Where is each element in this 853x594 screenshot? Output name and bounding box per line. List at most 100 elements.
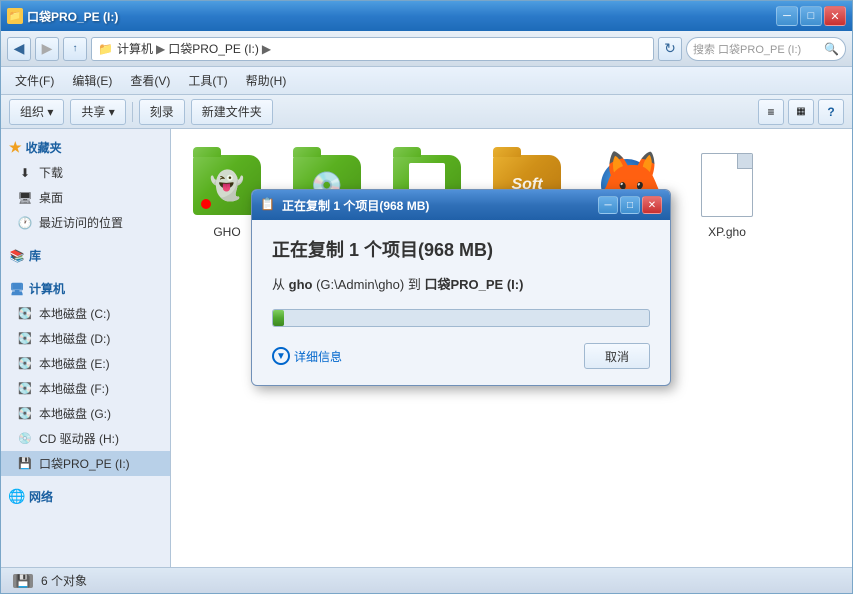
desktop-label: 桌面: [39, 189, 63, 206]
cancel-button[interactable]: 取消: [584, 343, 650, 369]
content-area: 👻 GHO 💿 ISOS: [171, 129, 852, 567]
refresh-button[interactable]: ↻: [658, 37, 682, 61]
library-icon: 📚: [9, 248, 25, 264]
file-item-xpgho[interactable]: XP.gho: [687, 145, 767, 246]
xpgho-icon-wrap: [691, 149, 763, 221]
library-section: 📚 库: [1, 243, 170, 268]
diskd-label: 本地磁盘 (D:): [39, 330, 110, 347]
computer-label: 计算机: [29, 280, 65, 297]
dialog-desc: 从 gho (G:\Admin\gho) 到 口袋PRO_PE (I:): [272, 274, 650, 293]
sidebar-item-diske[interactable]: 💽 本地磁盘 (E:): [1, 351, 170, 376]
burn-button[interactable]: 刻录: [139, 99, 185, 125]
sidebar-item-diski[interactable]: 💾 口袋PRO_PE (I:): [1, 451, 170, 476]
menu-edit[interactable]: 编辑(E): [64, 69, 120, 92]
sidebar-item-diskd[interactable]: 💽 本地磁盘 (D:): [1, 326, 170, 351]
diskc-icon: 💽: [17, 306, 33, 322]
view-toggle-button[interactable]: ≡: [758, 99, 784, 125]
statusbar-disk-icon: 💾: [13, 574, 33, 588]
help-button[interactable]: ?: [818, 99, 844, 125]
dialog-minimize-button[interactable]: ─: [598, 196, 618, 214]
desc-prefix: 从: [272, 277, 289, 292]
diski-icon: 💾: [17, 456, 33, 472]
sidebar-item-diskg[interactable]: 💽 本地磁盘 (G:): [1, 401, 170, 426]
up-button[interactable]: ↑: [63, 37, 87, 61]
diskf-label: 本地磁盘 (F:): [39, 380, 109, 397]
diskg-icon: 💽: [17, 406, 33, 422]
diskc-label: 本地磁盘 (C:): [39, 305, 110, 322]
menu-tools[interactable]: 工具(T): [180, 69, 235, 92]
computer-header[interactable]: 🖥 计算机: [1, 276, 170, 301]
breadcrumb-drive[interactable]: 口袋PRO_PE (I:): [168, 40, 259, 57]
addressbar: ◀ ▶ ↑ 📁 计算机 ▶ 口袋PRO_PE (I:) ▶ ↻ 搜索 口袋PRO…: [1, 31, 852, 67]
sidebar-item-diskf[interactable]: 💽 本地磁盘 (F:): [1, 376, 170, 401]
favorites-label: 收藏夹: [26, 139, 62, 156]
details-label: 详细信息: [294, 348, 342, 365]
dialog-titlebar: 📋 正在复制 1 个项目(968 MB) ─ □ ✕: [252, 190, 670, 220]
network-label: 网络: [29, 488, 53, 505]
search-icon[interactable]: 🔍: [824, 42, 839, 56]
recent-icon: 🕐: [17, 215, 33, 231]
star-icon: ★: [9, 139, 22, 156]
library-header[interactable]: 📚 库: [1, 243, 170, 268]
sidebar: ★ 收藏夹 ⬇ 下载 🖥 桌面 🕐 最近访问的位置 📚: [1, 129, 171, 567]
progress-bar-container: [272, 309, 650, 327]
desktop-icon: 🖥: [17, 190, 33, 206]
red-dot: [201, 199, 211, 209]
desc-source: gho: [289, 277, 313, 292]
diskg-label: 本地磁盘 (G:): [39, 405, 111, 422]
network-section: 🌐 网络: [1, 484, 170, 509]
sidebar-item-desktop[interactable]: 🖥 桌面: [1, 185, 170, 210]
back-button[interactable]: ◀: [7, 37, 31, 61]
desc-source-path: (G:\Admin\gho): [316, 277, 404, 292]
breadcrumb-sep2: ▶: [262, 42, 271, 56]
toolbar: 组织 ▾ 共享 ▾ 刻录 新建文件夹 ≡ ▦ ?: [1, 95, 852, 129]
network-header[interactable]: 🌐 网络: [1, 484, 170, 509]
preview-button[interactable]: ▦: [788, 99, 814, 125]
breadcrumb-separator: 📁: [98, 42, 113, 56]
titlebar: 📁 口袋PRO_PE (I:) ─ □ ✕: [1, 1, 852, 31]
download-label: 下载: [39, 164, 63, 181]
new-folder-button[interactable]: 新建文件夹: [191, 99, 273, 125]
menu-file[interactable]: 文件(F): [7, 69, 62, 92]
close-button[interactable]: ✕: [824, 6, 846, 26]
computer-section: 🖥 计算机 💽 本地磁盘 (C:) 💽 本地磁盘 (D:) 💽 本地磁盘 (E:…: [1, 276, 170, 476]
favorites-header[interactable]: ★ 收藏夹: [1, 135, 170, 160]
minimize-button[interactable]: ─: [776, 6, 798, 26]
xpgho-file-icon: [701, 153, 753, 217]
sidebar-item-diskh[interactable]: 💿 CD 驱动器 (H:): [1, 426, 170, 451]
titlebar-buttons: ─ □ ✕: [776, 6, 846, 26]
breadcrumb[interactable]: 📁 计算机 ▶ 口袋PRO_PE (I:) ▶: [91, 37, 654, 61]
menu-view[interactable]: 查看(V): [122, 69, 178, 92]
diskh-label: CD 驱动器 (H:): [39, 430, 119, 447]
sidebar-item-recent[interactable]: 🕐 最近访问的位置: [1, 210, 170, 235]
breadcrumb-computer[interactable]: 计算机: [117, 40, 153, 57]
dialog-close-button[interactable]: ✕: [642, 196, 662, 214]
search-bar[interactable]: 搜索 口袋PRO_PE (I:) 🔍: [686, 37, 846, 61]
breadcrumb-sep1: ▶: [156, 42, 165, 56]
dialog-title: 正在复制 1 个项目(968 MB): [282, 197, 592, 214]
explorer-window: 📁 口袋PRO_PE (I:) ─ □ ✕ ◀ ▶ ↑ 📁 计算机 ▶ 口袋PR…: [0, 0, 853, 594]
menu-help[interactable]: 帮助(H): [238, 69, 295, 92]
recent-label: 最近访问的位置: [39, 214, 123, 231]
dialog-main-title: 正在复制 1 个项目(968 MB): [272, 236, 650, 262]
sidebar-item-diskc[interactable]: 💽 本地磁盘 (C:): [1, 301, 170, 326]
diske-label: 本地磁盘 (E:): [39, 355, 110, 372]
diskd-icon: 💽: [17, 331, 33, 347]
status-count: 6 个对象: [41, 572, 87, 589]
menubar: 文件(F) 编辑(E) 查看(V) 工具(T) 帮助(H): [1, 67, 852, 95]
copy-dialog[interactable]: 📋 正在复制 1 个项目(968 MB) ─ □ ✕ 正在复制 1 个项目(96…: [251, 189, 671, 386]
desc-to: 到: [404, 277, 424, 292]
share-button[interactable]: 共享 ▾: [70, 99, 125, 125]
sidebar-item-download[interactable]: ⬇ 下载: [1, 160, 170, 185]
library-label: 库: [29, 247, 41, 264]
desc-dest: 口袋PRO_PE (I:): [424, 277, 523, 292]
dialog-body: 正在复制 1 个项目(968 MB) 从 gho (G:\Admin\gho) …: [252, 220, 670, 385]
details-circle-icon: ▼: [272, 347, 290, 365]
xpgho-label: XP.gho: [708, 225, 746, 239]
maximize-button[interactable]: □: [800, 6, 822, 26]
dialog-maximize-button[interactable]: □: [620, 196, 640, 214]
forward-button[interactable]: ▶: [35, 37, 59, 61]
organize-button[interactable]: 组织 ▾: [9, 99, 64, 125]
diskh-icon: 💿: [17, 431, 33, 447]
details-button[interactable]: ▼ 详细信息: [272, 347, 342, 365]
